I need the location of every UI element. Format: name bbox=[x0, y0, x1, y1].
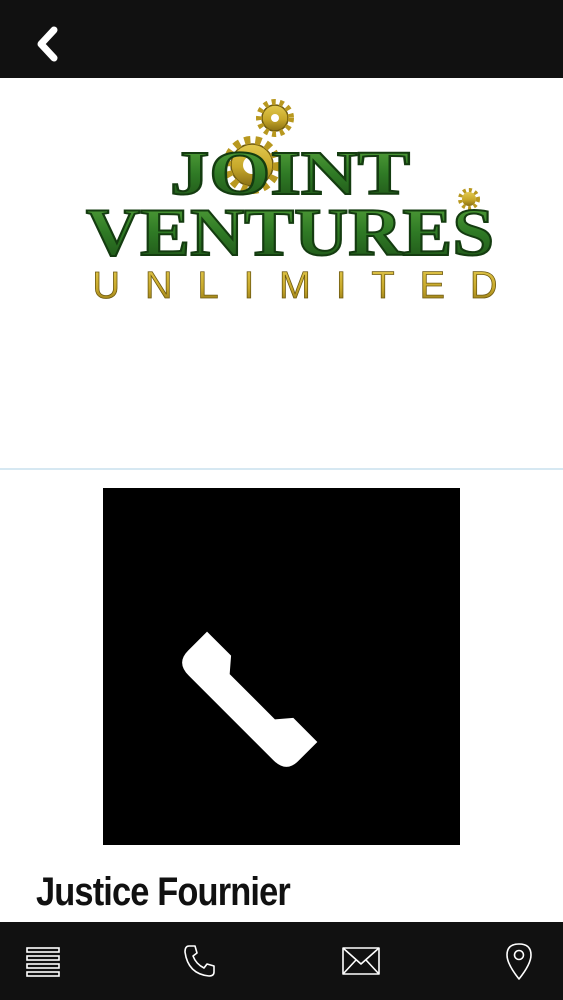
gear-icon bbox=[256, 99, 294, 137]
bottom-nav bbox=[0, 922, 563, 1000]
logo-line-ventures: VENTURES bbox=[86, 194, 494, 270]
mail-icon bbox=[342, 947, 380, 975]
logo-area: JOINT VENTURES UNLIMITED bbox=[0, 78, 563, 468]
company-logo: JOINT VENTURES UNLIMITED bbox=[85, 99, 498, 307]
back-button[interactable] bbox=[26, 22, 70, 66]
nav-mail-button[interactable] bbox=[336, 938, 386, 984]
contact-name: Justice Fournier bbox=[36, 870, 291, 914]
menu-icon bbox=[26, 947, 60, 977]
phone-icon bbox=[184, 945, 215, 977]
chevron-left-icon bbox=[37, 26, 58, 62]
section-divider bbox=[0, 468, 563, 470]
call-tile[interactable] bbox=[103, 488, 460, 845]
top-bar bbox=[0, 0, 563, 78]
location-pin-icon bbox=[506, 943, 532, 980]
phone-icon bbox=[182, 631, 318, 767]
nav-call-button[interactable] bbox=[176, 938, 226, 984]
logo-line-unlimited: UNLIMITED bbox=[93, 265, 498, 307]
nav-location-button[interactable] bbox=[494, 938, 544, 984]
nav-menu-button[interactable] bbox=[18, 938, 68, 984]
